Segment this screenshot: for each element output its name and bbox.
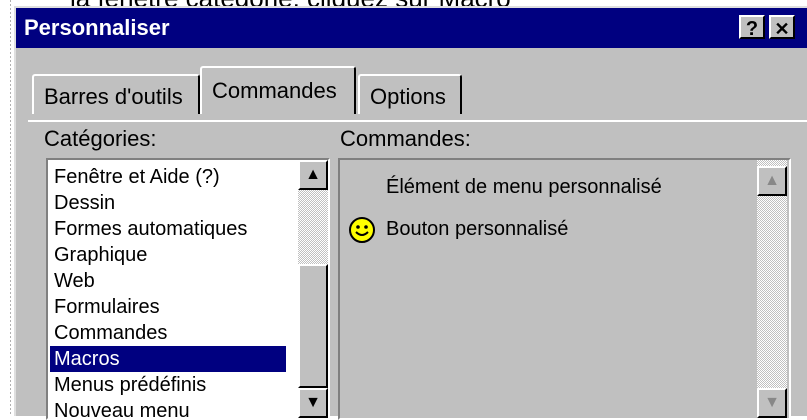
scroll-thumb[interactable] <box>298 264 328 388</box>
scroll-down-button[interactable]: ▼ <box>298 388 328 418</box>
categories-scrollbar[interactable]: ▲ ▼ <box>298 160 328 418</box>
commands-scrollbar[interactable]: ▲ ▼ <box>757 160 787 418</box>
close-button[interactable]: ✕ <box>769 15 795 39</box>
list-item[interactable]: Fenêtre et Aide (?) <box>50 164 220 190</box>
scroll-down-button[interactable]: ▼ <box>757 388 787 418</box>
list-item[interactable]: Menus prédéfinis <box>50 372 206 398</box>
list-item[interactable]: Dessin <box>50 190 115 216</box>
tab-label: Commandes <box>212 78 337 103</box>
categories-label: Catégories: <box>44 126 157 151</box>
list-item[interactable]: Web <box>50 268 95 294</box>
list-item[interactable]: Graphique <box>50 242 147 268</box>
help-button[interactable]: ? <box>739 15 765 40</box>
commands-label: Commandes: <box>340 126 471 151</box>
tab-label: Barres d'outils <box>44 84 183 109</box>
list-item-selected[interactable]: Macros <box>50 346 286 372</box>
window-title: Personnaliser <box>24 15 170 40</box>
scroll-up-button[interactable]: ▲ <box>757 166 787 196</box>
list-item[interactable]: Formes automatiques <box>50 216 247 242</box>
title-bar: Personnaliser ? ✕ <box>16 8 807 48</box>
commands-listbox[interactable]: Élément de menu personnalisé Bouton pers… <box>338 158 791 420</box>
tab-commandes[interactable]: Commandes <box>200 66 356 114</box>
tab-options[interactable]: Options <box>358 74 462 114</box>
tab-label: Options <box>370 84 446 109</box>
page-left-margin <box>0 0 14 416</box>
list-item[interactable]: Nouveau menu <box>50 398 190 418</box>
scroll-up-button[interactable]: ▲ <box>298 160 328 190</box>
smiley-face-icon <box>349 217 375 243</box>
tab-panel-edge <box>28 120 807 122</box>
command-item-custom-button[interactable]: Bouton personnalisé <box>386 218 568 241</box>
margin-guide-line <box>10 0 11 416</box>
categories-listbox[interactable]: Fenêtre et Aide (?) Dessin Formes automa… <box>46 158 330 420</box>
customize-dialog: Personnaliser ? ✕ Barres d'outils Comman… <box>14 6 807 420</box>
list-item[interactable]: Commandes <box>50 320 167 346</box>
list-item[interactable]: Formulaires <box>50 294 160 320</box>
command-item-custom-menu[interactable]: Élément de menu personnalisé <box>386 176 662 199</box>
tab-barres-outils[interactable]: Barres d'outils <box>32 74 200 114</box>
